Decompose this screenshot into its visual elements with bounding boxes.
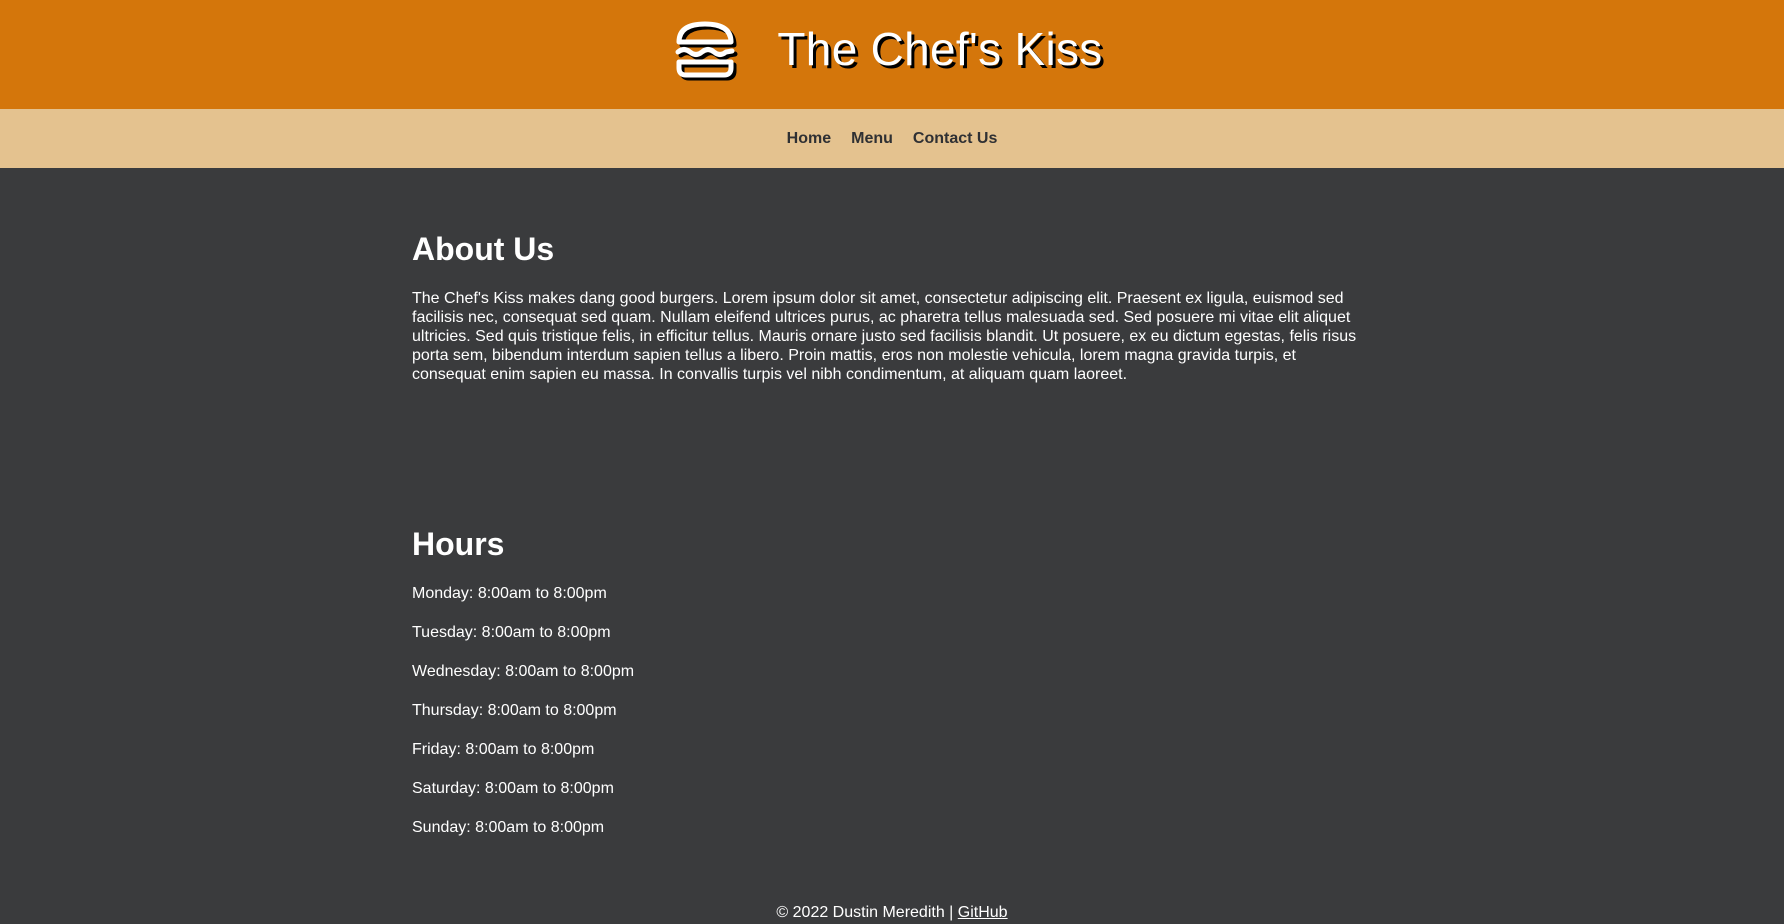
hours-item-sunday: Sunday: 8:00am to 8:00pm: [412, 819, 605, 837]
main-nav: Home Menu Contact Us: [0, 109, 1784, 168]
burger-icon: [673, 20, 738, 80]
about-text: The Chef's Kiss makes dang good burgers.…: [412, 290, 1357, 384]
nav-link-menu[interactable]: Menu: [851, 130, 893, 148]
site-footer: © 2022 Dustin Meredith | GitHub: [0, 904, 1784, 922]
about-heading: About Us: [412, 231, 555, 267]
site-header: The Chef's Kiss: [0, 0, 1784, 109]
hours-item-saturday: Saturday: 8:00am to 8:00pm: [412, 780, 614, 798]
hours-list: Monday: 8:00am to 8:00pm Tuesday: 8:00am…: [412, 584, 1372, 857]
hours-item-thursday: Thursday: 8:00am to 8:00pm: [412, 702, 617, 720]
hours-heading: Hours: [412, 526, 505, 563]
nav-link-home[interactable]: Home: [787, 130, 831, 148]
hours-section: Hours Monday: 8:00am to 8:00pm Tuesday: …: [412, 526, 1372, 857]
footer-copyright: © 2022 Dustin Meredith |: [776, 904, 958, 921]
hours-item-monday: Monday: 8:00am to 8:00pm: [412, 585, 607, 603]
hours-item-friday: Friday: 8:00am to 8:00pm: [412, 741, 595, 759]
nav-link-contact[interactable]: Contact Us: [913, 130, 997, 148]
site-title: The Chef's Kiss: [777, 22, 1103, 75]
hours-item-tuesday: Tuesday: 8:00am to 8:00pm: [412, 624, 611, 642]
main-content: About Us The Chef's Kiss makes dang good…: [412, 168, 1372, 857]
github-link[interactable]: GitHub: [958, 904, 1008, 921]
hours-item-wednesday: Wednesday: 8:00am to 8:00pm: [412, 663, 635, 681]
about-section: About Us The Chef's Kiss makes dang good…: [412, 231, 1372, 384]
